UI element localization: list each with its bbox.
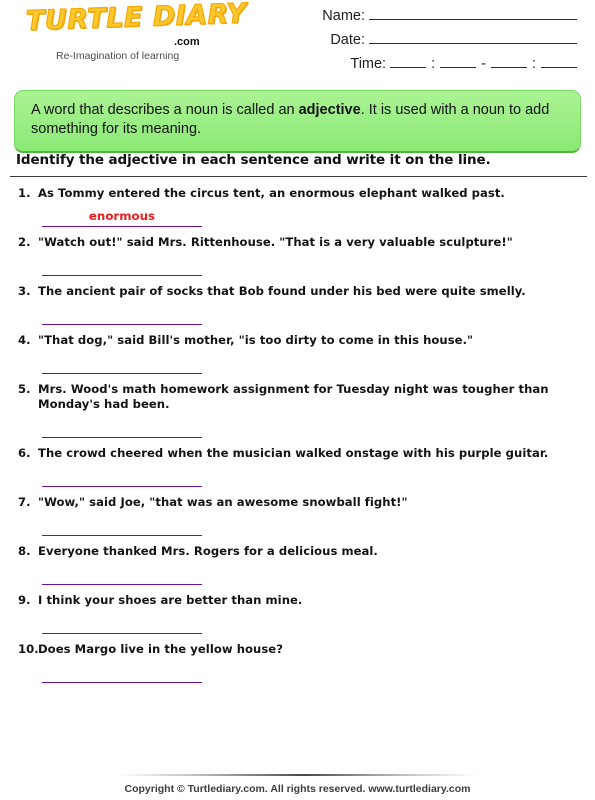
instruction-divider xyxy=(10,176,587,177)
date-field-row: Date: xyxy=(322,30,577,54)
question-text-row: 7. "Wow," said Joe, "that was an awesome … xyxy=(0,495,595,510)
logo-tagline: Re-Imagination of learning xyxy=(56,50,180,62)
question-text-row: 6. The crowd cheered when the musician wa… xyxy=(0,446,595,461)
question-item: 8. Everyone thanked Mrs. Rogers for a del… xyxy=(0,544,595,593)
question-item: 7. "Wow," said Joe, "that was an awesome … xyxy=(0,495,595,544)
logo-dotcom-suffix: .com xyxy=(174,36,200,48)
time-start-colon: : xyxy=(431,56,436,72)
question-item: 2. "Watch out!" said Mrs. Rittenhouse. "T… xyxy=(0,235,595,284)
question-list: 1. As Tommy entered the circus tent, an e… xyxy=(0,186,595,691)
time-start-hour-blank[interactable] xyxy=(390,54,427,68)
question-text-row: 3. The ancient pair of socks that Bob fou… xyxy=(0,284,595,299)
question-number: 7. xyxy=(18,495,31,509)
answer-zone xyxy=(0,348,595,382)
answer-zone xyxy=(0,608,595,642)
time-end-hour-blank[interactable] xyxy=(490,54,527,68)
answer-zone xyxy=(0,559,595,593)
question-sentence: Does Margo live in the yellow house? xyxy=(38,642,283,656)
question-sentence: Mrs. Wood's math homework assignment for… xyxy=(38,382,549,411)
definition-callout: A word that describes a noun is called a… xyxy=(14,90,581,153)
question-text-row: 5. Mrs. Wood's math homework assignment f… xyxy=(0,382,595,412)
answer-blank-line[interactable] xyxy=(42,535,202,536)
turtle-diary-logo[interactable]: TURTLE DIARY .com Re-Imagination of lear… xyxy=(25,0,248,62)
answer-zone xyxy=(0,510,595,544)
question-item: 9. I think your shoes are better than min… xyxy=(0,593,595,642)
answer-blank-line[interactable] xyxy=(42,633,202,634)
name-field-row: Name: xyxy=(322,6,577,30)
definition-keyword: adjective xyxy=(298,102,361,118)
answer-blank-line[interactable] xyxy=(42,437,202,438)
answer-blank-line[interactable] xyxy=(42,584,202,585)
question-sentence: I think your shoes are better than mine. xyxy=(38,593,303,607)
time-field-row: Time: : - : xyxy=(322,54,577,78)
question-number: 10. xyxy=(18,642,39,656)
time-range-dash: - xyxy=(481,56,486,72)
question-number: 4. xyxy=(18,333,31,347)
answer-blank-line[interactable] xyxy=(42,486,202,487)
question-sentence: As Tommy entered the circus tent, an eno… xyxy=(38,186,505,200)
answer-text: enormous xyxy=(88,209,156,223)
question-sentence: The ancient pair of socks that Bob found… xyxy=(38,284,526,298)
logo-wordmark: TURTLE DIARY xyxy=(25,0,248,38)
answer-blank-line[interactable] xyxy=(42,275,202,276)
question-sentence: "Watch out!" said Mrs. Rittenhouse. "Tha… xyxy=(38,235,513,249)
question-sentence: The crowd cheered when the musician walk… xyxy=(38,446,549,460)
name-label: Name: xyxy=(322,8,365,24)
answer-zone xyxy=(0,412,595,446)
question-item: 1. As Tommy entered the circus tent, an e… xyxy=(0,186,595,235)
question-number: 6. xyxy=(18,446,31,460)
question-text-row: 9. I think your shoes are better than min… xyxy=(0,593,595,608)
date-label: Date: xyxy=(330,32,365,48)
time-end-colon: : xyxy=(531,56,536,72)
question-sentence: Everyone thanked Mrs. Rogers for a delic… xyxy=(38,544,378,558)
question-item: 4. "That dog," said Bill's mother, "is to… xyxy=(0,333,595,382)
answer-blank-line[interactable] xyxy=(42,682,202,683)
answer-blank-line[interactable] xyxy=(42,226,202,227)
question-text-row: 8. Everyone thanked Mrs. Rogers for a del… xyxy=(0,544,595,559)
time-start-minute-blank[interactable] xyxy=(440,54,477,68)
footer-copyright: Copyright © Turtlediary.com. All rights … xyxy=(124,783,471,795)
date-input-blank[interactable] xyxy=(369,30,577,44)
page-header: TURTLE DIARY .com Re-Imagination of lear… xyxy=(0,0,595,82)
student-info-fields: Name: Date: Time: : - : xyxy=(322,6,577,78)
question-number: 9. xyxy=(18,593,31,607)
question-number: 5. xyxy=(18,382,31,396)
question-item: 5. Mrs. Wood's math homework assignment f… xyxy=(0,382,595,446)
question-sentence: "Wow," said Joe, "that was an awesome sn… xyxy=(38,495,408,509)
footer-divider xyxy=(118,774,478,776)
answer-zone xyxy=(0,657,595,691)
answer-blank-line[interactable] xyxy=(42,373,202,374)
question-text-row: 1. As Tommy entered the circus tent, an e… xyxy=(0,186,595,201)
question-number: 2. xyxy=(18,235,31,249)
question-number: 1. xyxy=(18,186,31,200)
answer-zone xyxy=(0,299,595,333)
worksheet-instruction: Identify the adjective in each sentence … xyxy=(16,152,491,168)
question-item: 3. The ancient pair of socks that Bob fou… xyxy=(0,284,595,333)
answer-blank-line[interactable] xyxy=(42,324,202,325)
question-text-row: 2. "Watch out!" said Mrs. Rittenhouse. "T… xyxy=(0,235,595,250)
question-number: 8. xyxy=(18,544,31,558)
time-end-minute-blank[interactable] xyxy=(541,54,577,68)
question-sentence: "That dog," said Bill's mother, "is too … xyxy=(38,333,474,347)
question-text-row: 10. Does Margo live in the yellow house? xyxy=(0,642,595,657)
definition-text-part1: A word that describes a noun is called a… xyxy=(31,102,299,118)
question-number: 3. xyxy=(18,284,31,298)
answer-zone xyxy=(0,461,595,495)
name-input-blank[interactable] xyxy=(369,6,577,20)
question-item: 10. Does Margo live in the yellow house? xyxy=(0,642,595,691)
question-item: 6. The crowd cheered when the musician wa… xyxy=(0,446,595,495)
answer-zone xyxy=(0,250,595,284)
question-text-row: 4. "That dog," said Bill's mother, "is to… xyxy=(0,333,595,348)
answer-zone: enormous xyxy=(0,201,595,235)
time-label: Time: xyxy=(350,56,387,72)
